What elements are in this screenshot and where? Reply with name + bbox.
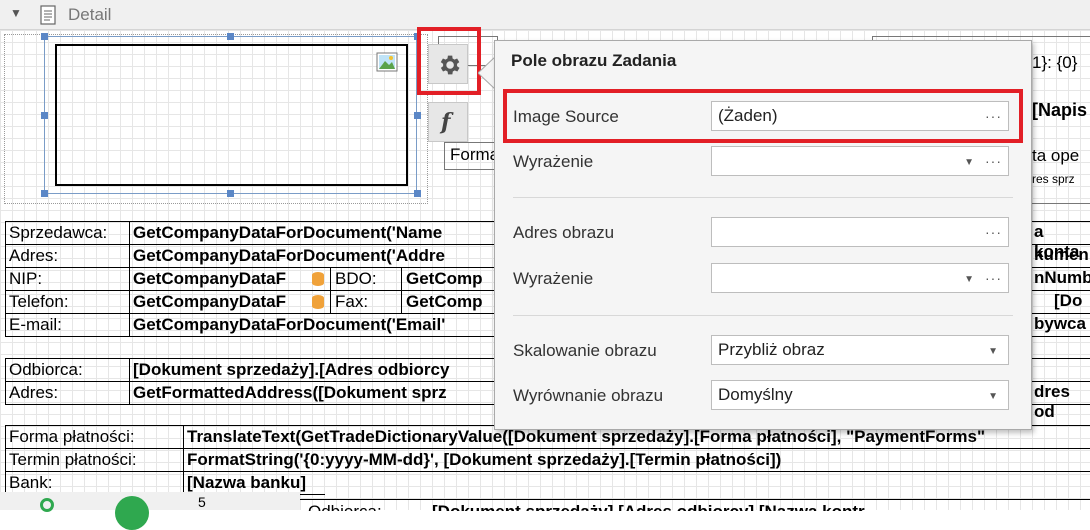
fragment-r6: dres od bbox=[1034, 382, 1070, 421]
database-icon bbox=[312, 272, 324, 286]
fragment-r5: bywca bbox=[1034, 314, 1086, 333]
scaling-label: Skalowanie obrazu bbox=[513, 341, 657, 360]
forma-partial-box: Forma bbox=[444, 142, 499, 170]
align-value: Domyślny bbox=[718, 385, 793, 404]
expression-field[interactable]: ▼ ··· bbox=[711, 146, 1009, 176]
separator bbox=[513, 197, 1013, 198]
align-select[interactable]: Domyślny ▼ bbox=[711, 380, 1009, 410]
collapse-triangle-icon[interactable]: ▼ bbox=[10, 6, 22, 20]
expression-field-2[interactable]: ▼ ··· bbox=[711, 263, 1009, 293]
document-icon bbox=[40, 5, 56, 25]
fragment-line3: ta ope bbox=[1032, 146, 1080, 165]
gear-highlight-box bbox=[417, 27, 481, 95]
image-box-tasks-popup: Pole obrazu Zadania Image Source (Żaden)… bbox=[494, 40, 1032, 430]
resize-handle-e[interactable] bbox=[414, 112, 421, 119]
resize-handle-n[interactable] bbox=[227, 33, 234, 40]
bank-row: Bank: [Nazwa banku] bbox=[9, 473, 307, 492]
image-source-highlight-box bbox=[503, 89, 1023, 143]
image-url-label: Adres obrazu bbox=[513, 223, 615, 242]
resize-handle-s[interactable] bbox=[227, 190, 234, 197]
expression-label-2: Wyrażenie bbox=[513, 269, 594, 288]
separator bbox=[513, 315, 1013, 316]
detail-band-header[interactable]: ▼ Detail bbox=[0, 0, 1090, 30]
image-box-control[interactable] bbox=[55, 44, 408, 186]
resize-handle-sw[interactable] bbox=[41, 190, 48, 197]
dropdown-arrow-icon[interactable]: ▼ bbox=[988, 338, 998, 366]
dropdown-arrow-icon[interactable]: ▼ bbox=[964, 266, 974, 294]
payment-table: Forma płatności: TranslateText(GetTradeD… bbox=[5, 425, 1090, 495]
bottom-row: Odbiorca: [Dokument sprzedaży].[Adres od… bbox=[300, 499, 1090, 511]
resize-handle-w[interactable] bbox=[41, 112, 48, 119]
bottom-number: 5 bbox=[198, 494, 206, 510]
fragment-r3: nNumb bbox=[1034, 268, 1090, 287]
expression-2-ellipsis-button[interactable]: ··· bbox=[985, 264, 1002, 292]
dropdown-arrow-icon[interactable]: ▼ bbox=[964, 149, 974, 177]
dropdown-arrow-icon[interactable]: ▼ bbox=[988, 383, 998, 411]
picture-icon bbox=[376, 52, 398, 72]
bottom-strip: 5 bbox=[0, 492, 300, 530]
scaling-value: Przybliż obraz bbox=[718, 340, 825, 359]
function-icon: f bbox=[441, 109, 451, 135]
database-icon bbox=[312, 295, 324, 309]
image-url-ellipsis-button[interactable]: ··· bbox=[985, 218, 1002, 246]
align-label: Wyrównanie obrazu bbox=[513, 386, 664, 405]
fragment-r2: kumen bbox=[1034, 245, 1089, 264]
image-url-field[interactable]: ··· bbox=[711, 217, 1009, 247]
resize-handle-se[interactable] bbox=[414, 190, 421, 197]
scaling-select[interactable]: Przybliż obraz ▼ bbox=[711, 335, 1009, 365]
fragment-r4: [Do bbox=[1054, 291, 1083, 310]
fragment-line2: [Napis bbox=[1032, 100, 1088, 120]
fragment-line1: 1}: {0} bbox=[1032, 53, 1078, 72]
forma-partial-text: Forma bbox=[450, 145, 500, 164]
popup-title: Pole obrazu Zadania bbox=[511, 51, 677, 70]
green-circle-icon bbox=[115, 496, 149, 530]
expression-label: Wyrażenie bbox=[513, 152, 594, 171]
payment-term-row: Termin płatności: FormatString('{0:yyyy-… bbox=[9, 450, 782, 469]
expression-smart-tag-button[interactable]: f bbox=[428, 102, 468, 142]
band-title: Detail bbox=[68, 5, 112, 24]
resize-handle-nw[interactable] bbox=[41, 33, 48, 40]
fragment-line4: res sprz bbox=[1032, 172, 1075, 186]
expression-ellipsis-button[interactable]: ··· bbox=[985, 147, 1002, 175]
